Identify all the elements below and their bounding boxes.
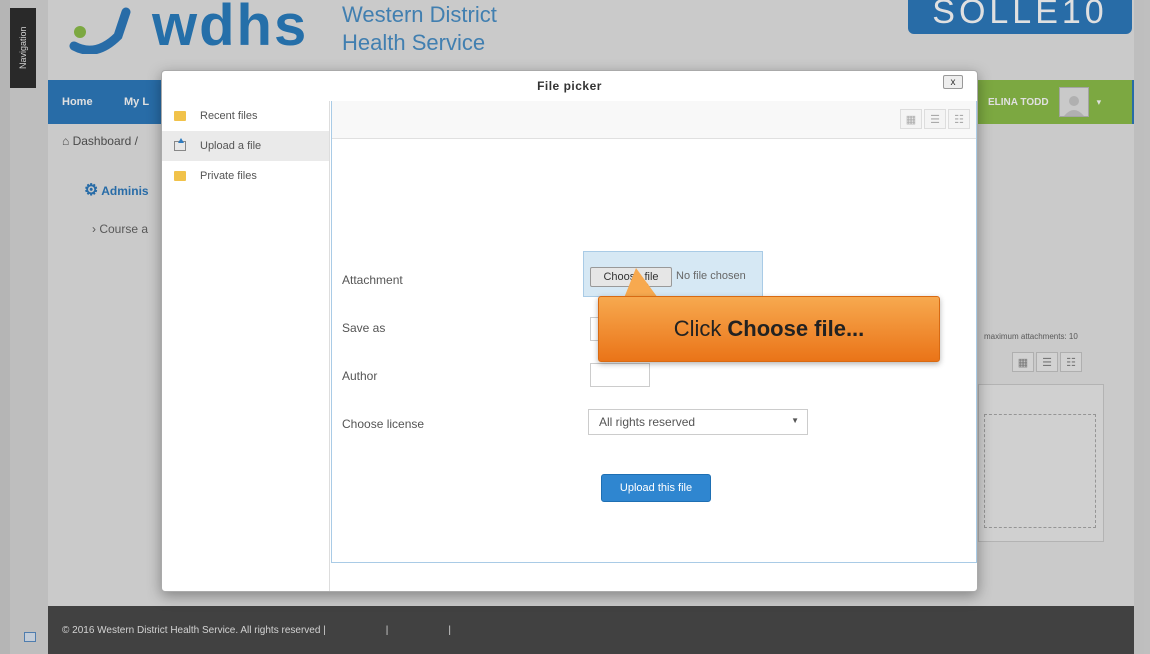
icons-view-icon[interactable]: ▦	[900, 109, 922, 129]
dropdown-arrow-icon: ▼	[791, 416, 799, 425]
attachment-field: Choose file No file chosen	[583, 251, 763, 297]
repository-list: Recent files Upload a file Private files	[162, 101, 330, 591]
license-selected-value: All rights reserved	[599, 415, 696, 429]
picker-toolbar: ▦ ☰ ☷	[332, 101, 976, 139]
instruction-callout: Click Choose file...	[598, 296, 940, 362]
attachment-label: Attachment	[342, 273, 403, 287]
callout-emphasis: Choose file...	[727, 316, 865, 341]
tree-view-icon[interactable]: ☷	[948, 109, 970, 129]
callout-pointer	[624, 268, 658, 298]
repository-private-files[interactable]: Private files	[162, 161, 329, 191]
repository-label: Private files	[200, 170, 257, 182]
repository-label: Upload a file	[200, 140, 262, 152]
repository-upload-file[interactable]: Upload a file	[162, 131, 329, 161]
license-label: Choose license	[342, 417, 425, 431]
folder-icon	[174, 111, 186, 121]
repository-recent-files[interactable]: Recent files	[162, 101, 329, 131]
dialog-title: File picker	[537, 79, 602, 93]
list-view-icon[interactable]: ☰	[924, 109, 946, 129]
no-file-status: No file chosen	[676, 270, 746, 282]
close-icon[interactable]: x	[943, 75, 963, 89]
callout-text: Click	[673, 316, 722, 341]
license-select[interactable]: All rights reserved ▼	[588, 409, 808, 435]
view-mode-buttons: ▦ ☰ ☷	[900, 109, 970, 129]
upload-file-button[interactable]: Upload this file	[601, 474, 711, 502]
author-label: Author	[342, 369, 378, 383]
author-input[interactable]	[590, 363, 650, 387]
save-as-label: Save as	[342, 321, 386, 335]
repository-label: Recent files	[200, 110, 258, 122]
upload-icon	[174, 138, 186, 151]
folder-icon	[174, 171, 186, 181]
